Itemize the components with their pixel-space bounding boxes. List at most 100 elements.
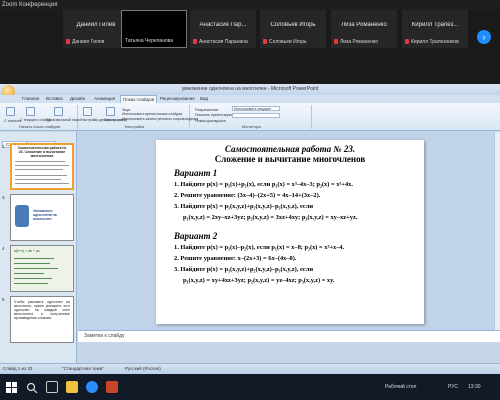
custom-show-button[interactable]: Произвольный показ xyxy=(47,118,81,122)
muted-mic-icon xyxy=(405,39,409,44)
group-label: Начать показ слайдов xyxy=(18,124,61,129)
vertical-scrollbar[interactable] xyxy=(494,132,500,330)
theme-name: "Стандартная тема" xyxy=(62,366,104,371)
participant-tile-video[interactable]: Татьяна Черепанова xyxy=(121,10,187,48)
variant-1-task: p₁(x,y,z) = 2xy–xz+3yz; p₂(x,y,z) = 3xz+… xyxy=(183,214,358,221)
play-from-start-icon[interactable] xyxy=(6,107,15,116)
show-on-select[interactable] xyxy=(232,113,280,118)
powerpoint-app-icon[interactable] xyxy=(106,381,118,393)
language-indicator[interactable]: РУС xyxy=(448,374,458,400)
variant-2-task: p₁(x,y,z) = xy+4xz+3yz; p₂(x,y,z) = yz–4… xyxy=(183,277,335,284)
participant-label: Соловьев Игорь xyxy=(269,39,307,45)
notes-placeholder: Заметки к слайду xyxy=(84,333,125,339)
resolution-value: Использовать текущее xyxy=(234,107,272,111)
tab-view[interactable]: Вид xyxy=(198,95,210,103)
desktop-toolbar-label[interactable]: Рабочий стол xyxy=(385,374,416,400)
group-label: Настройка xyxy=(124,124,145,129)
zoom-title: Zoom Конференция xyxy=(0,0,500,10)
variant-1-task: 1. Найдите p(x) = p₁(x)+p₂(x), если p₁(x… xyxy=(174,181,353,188)
file-explorer-icon[interactable] xyxy=(66,381,78,393)
search-icon[interactable] xyxy=(26,381,38,394)
tab-design[interactable]: Дизайн xyxy=(68,95,87,103)
resolution-select[interactable]: Использовать текущее xyxy=(232,106,280,111)
figure-icon xyxy=(15,205,29,227)
zoom-background xyxy=(0,48,500,84)
from-start-button[interactable]: С начала xyxy=(4,118,21,123)
notes-pane[interactable]: Заметки к слайду xyxy=(78,330,500,342)
thumb-number: 3 xyxy=(2,195,5,200)
tab-insert[interactable]: Вставка xyxy=(44,95,65,103)
slide-thumbnail[interactable]: Самостоятельная работа № 23. Сложение и … xyxy=(10,143,74,190)
resolution-label: Разрешение: xyxy=(195,107,220,112)
presenter-view-option[interactable]: Режим докладчика xyxy=(195,119,226,123)
thumb-line xyxy=(15,165,69,166)
variant-1-task: 2. Решите уравнение: (3x–4)–(2x+5) = 4x–… xyxy=(174,192,321,199)
use-timings-option[interactable]: Использовать время показа слайдов xyxy=(122,112,182,116)
ribbon-group-start: С начала С текущего слайда Произвольный … xyxy=(2,105,81,129)
setup-show-icon[interactable] xyxy=(83,107,92,116)
hide-slide-icon[interactable] xyxy=(106,107,115,116)
window-title: умножение одночлена на многочлен - Micro… xyxy=(0,84,500,95)
use-narration-option[interactable]: Использовать запись речевого сопровожден… xyxy=(122,117,198,121)
participant-name: Даниил Гилев xyxy=(76,22,116,28)
clock[interactable]: 13:30 xyxy=(468,374,481,400)
thumb-line xyxy=(14,283,48,284)
thumb-line xyxy=(15,161,65,162)
status-bar: Слайд 1 из 33 "Стандартная тема" Русский… xyxy=(0,363,500,374)
participant-tile[interactable]: Соловьев Игорь Соловьев Игорь xyxy=(260,10,326,48)
play-current-icon[interactable] xyxy=(26,107,35,116)
thumb-line xyxy=(14,263,50,264)
slide-thumbnail[interactable]: a(b+c) = ab + ac xyxy=(10,245,74,292)
thumb-line xyxy=(14,273,44,274)
custom-show-icon[interactable] xyxy=(54,107,63,116)
tab-review[interactable]: Рецензирование xyxy=(158,95,197,103)
participant-name: Лиза Романенко xyxy=(341,22,387,28)
group-label: Мониторы xyxy=(241,124,262,129)
thumb-line xyxy=(15,169,63,170)
thumb-text: Умножение одночлена на многочлен xyxy=(33,209,57,221)
tab-animation[interactable]: Анимация xyxy=(92,95,117,103)
thumb-line xyxy=(14,258,54,259)
muted-mic-icon xyxy=(66,39,70,44)
current-slide[interactable]: Самостоятельная работа № 23. Сложение и … xyxy=(156,140,424,324)
participant-tile[interactable]: Лиза Романенко Лиза Романенко xyxy=(331,10,397,48)
thumb-number: 2 xyxy=(2,144,5,149)
variant-2-heading: Вариант 2 xyxy=(174,231,218,241)
language-status: Русский (Россия) xyxy=(125,366,161,371)
slide-canvas: Самостоятельная работа № 23. Сложение и … xyxy=(78,132,500,330)
participant-label: Анастасия Паранина xyxy=(199,39,248,45)
thumb-number: 5 xyxy=(2,297,5,302)
participant-tile[interactable]: Кирилл Трапез... Кирилл Трапезников xyxy=(402,10,468,48)
thumb-line xyxy=(14,278,52,279)
thumb-line xyxy=(15,179,61,180)
windows-taskbar: Рабочий стол РУС 13:30 xyxy=(0,374,500,400)
participant-strip: Даниил Гилев Даниил Гилев Татьяна Черепа… xyxy=(0,10,500,48)
task-view-icon[interactable] xyxy=(46,381,58,393)
slide-title: Самостоятельная работа № 23. xyxy=(224,144,356,154)
slide-thumbnail[interactable]: Чтобы умножить одночлен на многочлен, ну… xyxy=(10,296,74,343)
participant-name: Кирилл Трапез... xyxy=(411,22,459,28)
muted-mic-icon xyxy=(334,39,338,44)
participant-name: Анастасия Пар... xyxy=(199,22,247,28)
thumb-text: Самостоятельная работа № 23. Сложение и … xyxy=(17,146,67,158)
ribbon-group-monitors: Разрешение: Использовать текущее Показат… xyxy=(192,105,312,129)
zoom-app-icon[interactable] xyxy=(86,381,98,393)
thumb-line xyxy=(15,175,67,176)
slide-thumbnail[interactable]: Умножение одночлена на многочлен xyxy=(10,194,74,241)
ribbon-tabs: Главная Вставка Дизайн Анимация Показ сл… xyxy=(0,95,500,103)
slide-subtitle: Сложение и вычитание многочленов xyxy=(214,154,366,164)
ribbon: С начала С текущего слайда Произвольный … xyxy=(0,103,500,131)
thumb-text: a(b+c) = ab + ac xyxy=(14,249,40,253)
windows-start-icon[interactable] xyxy=(6,381,18,393)
tab-home[interactable]: Главная xyxy=(20,95,41,103)
next-page-arrow-icon[interactable]: › xyxy=(477,30,491,44)
participant-tile[interactable]: Анастасия Пар... Анастасия Паранина xyxy=(190,10,256,48)
tab-slideshow[interactable]: Показ слайдов xyxy=(120,95,157,103)
powerpoint-window: умножение одночлена на многочлен - Micro… xyxy=(0,84,500,374)
variant-2-task: 1. Найдите p(x) = p₁(x)–p₂(x), если p₁(x… xyxy=(174,244,345,251)
thumb-text: Чтобы умножить одночлен на многочлен, ну… xyxy=(14,300,70,320)
participant-name: Соловьев Игорь xyxy=(270,22,316,28)
panel-tabs: СлайдыСтруктура xyxy=(2,133,75,148)
variant-1-task: 3. Найдите p(x) = p₁(x,y,z)+p₂(x,y,z)–p₃… xyxy=(174,203,314,210)
participant-tile[interactable]: Даниил Гилев Даниил Гилев xyxy=(63,10,129,48)
